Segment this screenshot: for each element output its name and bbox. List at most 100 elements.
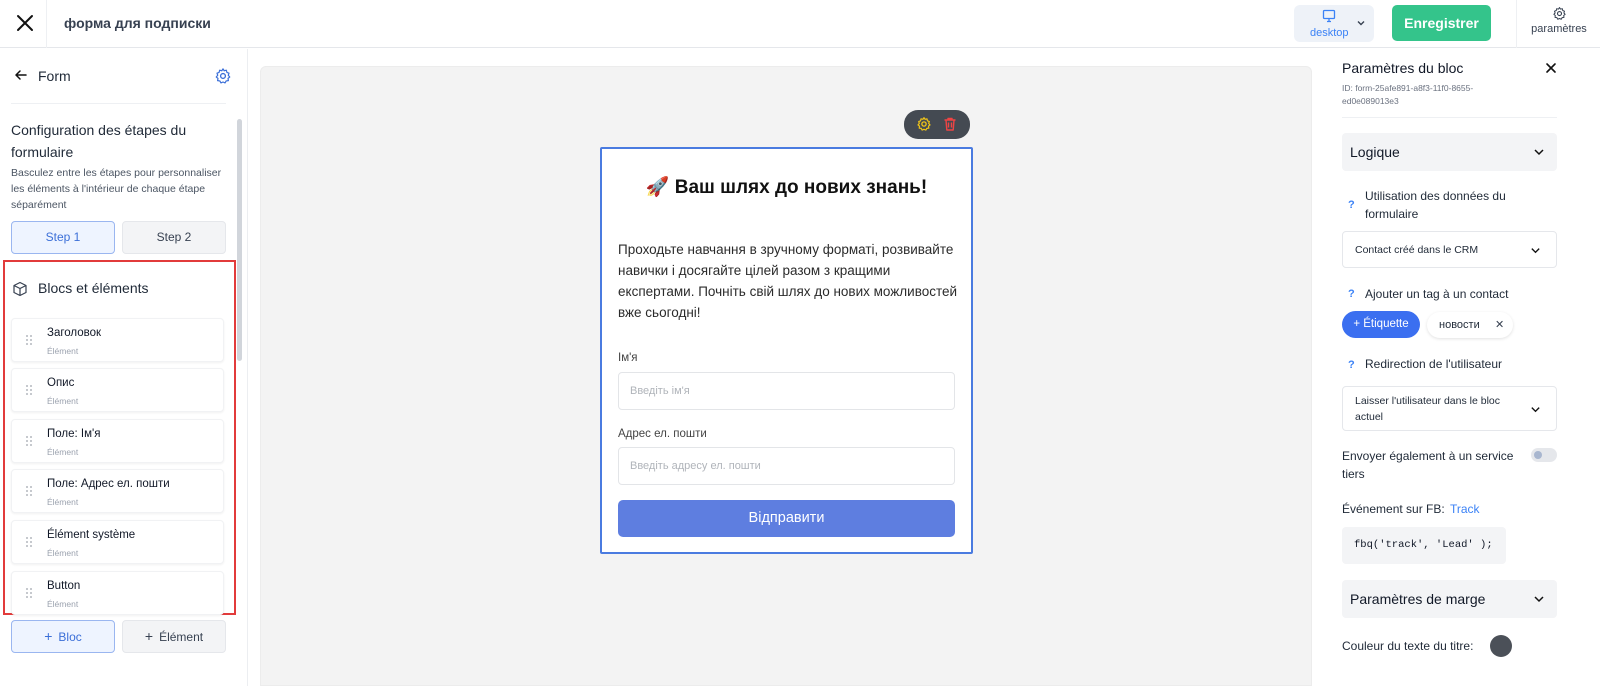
third-party-label: Envoyer également à un service tiers bbox=[1342, 449, 1514, 481]
plus-icon: + bbox=[44, 628, 53, 644]
add-tag-button-label: Étiquette bbox=[1363, 318, 1409, 330]
document-title: форма для подписки bbox=[64, 15, 211, 31]
form-preview[interactable]: 🚀 Ваш шлях до нових знань! Проходьте нав… bbox=[600, 147, 973, 554]
third-party-toggle[interactable] bbox=[1531, 448, 1557, 462]
device-label: desktop bbox=[1310, 27, 1349, 39]
help-icon[interactable]: ? bbox=[1348, 288, 1355, 300]
redirect-label: Redirection de l'utilisateur bbox=[1365, 357, 1503, 371]
block-id: ID: form-25afe891-a8f3-11f0-8655-ed0e089… bbox=[1342, 83, 1474, 106]
tag-chip: новости ✕ bbox=[1427, 312, 1513, 338]
divider bbox=[1342, 117, 1557, 118]
margin-section-header[interactable]: Paramètres de marge bbox=[1342, 580, 1557, 618]
panel-title: Form bbox=[38, 68, 71, 84]
add-bloc-label: Bloc bbox=[58, 630, 82, 644]
tag-label: новости bbox=[1439, 319, 1480, 331]
element-title: Button bbox=[47, 580, 81, 592]
add-element-label: Élément bbox=[159, 630, 204, 644]
add-element-button[interactable]: + Élément bbox=[122, 620, 226, 653]
divider bbox=[46, 0, 47, 48]
form-data-usage-select[interactable]: Contact créé dans le CRM bbox=[1342, 231, 1557, 268]
step-2-button[interactable]: Step 2 bbox=[122, 221, 226, 254]
title-color-label: Couleur du texte du titre: bbox=[1342, 639, 1474, 653]
toggle-knob bbox=[1534, 451, 1542, 459]
name-input[interactable]: Введіть ім'я bbox=[618, 372, 955, 410]
chevron-down-icon bbox=[1534, 596, 1544, 603]
title-color-swatch[interactable] bbox=[1490, 635, 1512, 657]
chevron-down-icon bbox=[1531, 248, 1540, 254]
add-tag-button[interactable]: + Étiquette bbox=[1342, 311, 1420, 338]
element-card-name-field[interactable]: Поле: Ім'я Élément bbox=[11, 419, 224, 463]
step-1-button[interactable]: Step 1 bbox=[11, 221, 115, 254]
plus-icon: + bbox=[144, 628, 154, 644]
drag-handle-icon[interactable] bbox=[25, 485, 33, 497]
element-type: Élément bbox=[47, 447, 79, 457]
form-title[interactable]: 🚀 Ваш шлях до нових знань! bbox=[602, 175, 971, 199]
element-title: Élément système bbox=[47, 529, 136, 541]
chevron-down-icon bbox=[1534, 149, 1544, 156]
add-tag-label: Ajouter un tag à un contact bbox=[1365, 287, 1509, 301]
plus-icon: + bbox=[1353, 318, 1364, 330]
scrollbar[interactable] bbox=[237, 119, 242, 361]
element-title: Заголовок bbox=[47, 327, 102, 339]
email-input[interactable]: Введіть адресу ел. пошти bbox=[618, 447, 955, 485]
top-bar: форма для подписки desktop Enregistrer p… bbox=[0, 0, 1600, 48]
select-value: Contact créé dans le CRM bbox=[1355, 244, 1479, 256]
select-value: Laisser l'utilisateur dans le bloc actue… bbox=[1355, 395, 1500, 423]
arrow-left-icon[interactable] bbox=[14, 68, 28, 82]
fb-event-label: Événement sur FB: bbox=[1342, 502, 1445, 516]
element-type: Élément bbox=[47, 346, 79, 356]
element-type: Élément bbox=[47, 497, 79, 507]
email-field-label: Адрес ел. пошти bbox=[618, 428, 707, 440]
chevron-down-icon bbox=[1531, 407, 1540, 413]
chevron-down-icon bbox=[1357, 21, 1365, 26]
steps-description: Basculez entre les étapes pour personnal… bbox=[11, 167, 222, 211]
trash-icon[interactable] bbox=[942, 116, 958, 132]
drag-handle-icon[interactable] bbox=[25, 334, 33, 346]
block-toolbar bbox=[904, 110, 970, 139]
close-icon[interactable] bbox=[1545, 62, 1557, 74]
element-card-system[interactable]: Élément système Élément bbox=[11, 520, 224, 564]
settings-label: paramètres bbox=[1531, 23, 1587, 35]
settings-button[interactable]: paramètres bbox=[1526, 6, 1592, 42]
right-panel: Paramètres du bloc ID: form-25afe891-a8f… bbox=[1326, 49, 1600, 686]
name-field-label: Ім'я bbox=[618, 352, 638, 364]
element-type: Élément bbox=[47, 599, 79, 609]
element-title: Поле: Адрес ел. пошти bbox=[47, 478, 170, 490]
help-icon[interactable]: ? bbox=[1348, 199, 1355, 211]
element-type: Élément bbox=[47, 548, 79, 558]
drag-handle-icon[interactable] bbox=[25, 435, 33, 447]
remove-tag-icon[interactable]: ✕ bbox=[1495, 312, 1504, 338]
gear-icon bbox=[1552, 7, 1566, 20]
close-icon[interactable] bbox=[14, 12, 36, 34]
device-selector[interactable]: desktop bbox=[1294, 5, 1374, 42]
element-card-button[interactable]: Button Élément bbox=[11, 571, 224, 615]
element-title: Поле: Ім'я bbox=[47, 428, 101, 440]
help-icon[interactable]: ? bbox=[1348, 359, 1355, 371]
drag-handle-icon[interactable] bbox=[25, 536, 33, 548]
divider bbox=[1516, 0, 1517, 48]
fb-event-link[interactable]: Track bbox=[1450, 502, 1480, 516]
element-type: Élément bbox=[47, 396, 79, 406]
redirect-select[interactable]: Laisser l'utilisateur dans le bloc actue… bbox=[1342, 386, 1557, 431]
form-description[interactable]: Проходьте навчання в зручному форматі, р… bbox=[618, 239, 958, 323]
fb-code-snippet: fbq('track', 'Lead' ); bbox=[1342, 527, 1506, 564]
gear-icon[interactable] bbox=[916, 116, 932, 132]
element-title: Опис bbox=[47, 377, 75, 389]
panel-title: Paramètres du bloc bbox=[1342, 60, 1464, 76]
element-card-description[interactable]: Опис Élément bbox=[11, 368, 224, 412]
element-card-heading[interactable]: Заголовок Élément bbox=[11, 318, 224, 362]
form-data-usage-label: Utilisation des données du formulaire bbox=[1365, 189, 1506, 221]
element-card-email-field[interactable]: Поле: Адрес ел. пошти Élément bbox=[11, 469, 224, 513]
add-bloc-button[interactable]: + Bloc bbox=[11, 620, 115, 653]
save-button[interactable]: Enregistrer bbox=[1392, 5, 1491, 41]
logic-section-header[interactable]: Logique bbox=[1342, 133, 1557, 171]
drag-handle-icon[interactable] bbox=[25, 587, 33, 599]
divider bbox=[11, 103, 226, 104]
drag-handle-icon[interactable] bbox=[25, 384, 33, 396]
monitor-icon bbox=[1322, 9, 1336, 23]
section-title: Paramètres de marge bbox=[1350, 591, 1486, 607]
section-title: Logique bbox=[1350, 144, 1400, 160]
submit-button[interactable]: Відправити bbox=[618, 500, 955, 537]
steps-heading: Configuration des étapes du formulaire bbox=[11, 122, 187, 160]
gear-icon[interactable] bbox=[214, 67, 232, 85]
